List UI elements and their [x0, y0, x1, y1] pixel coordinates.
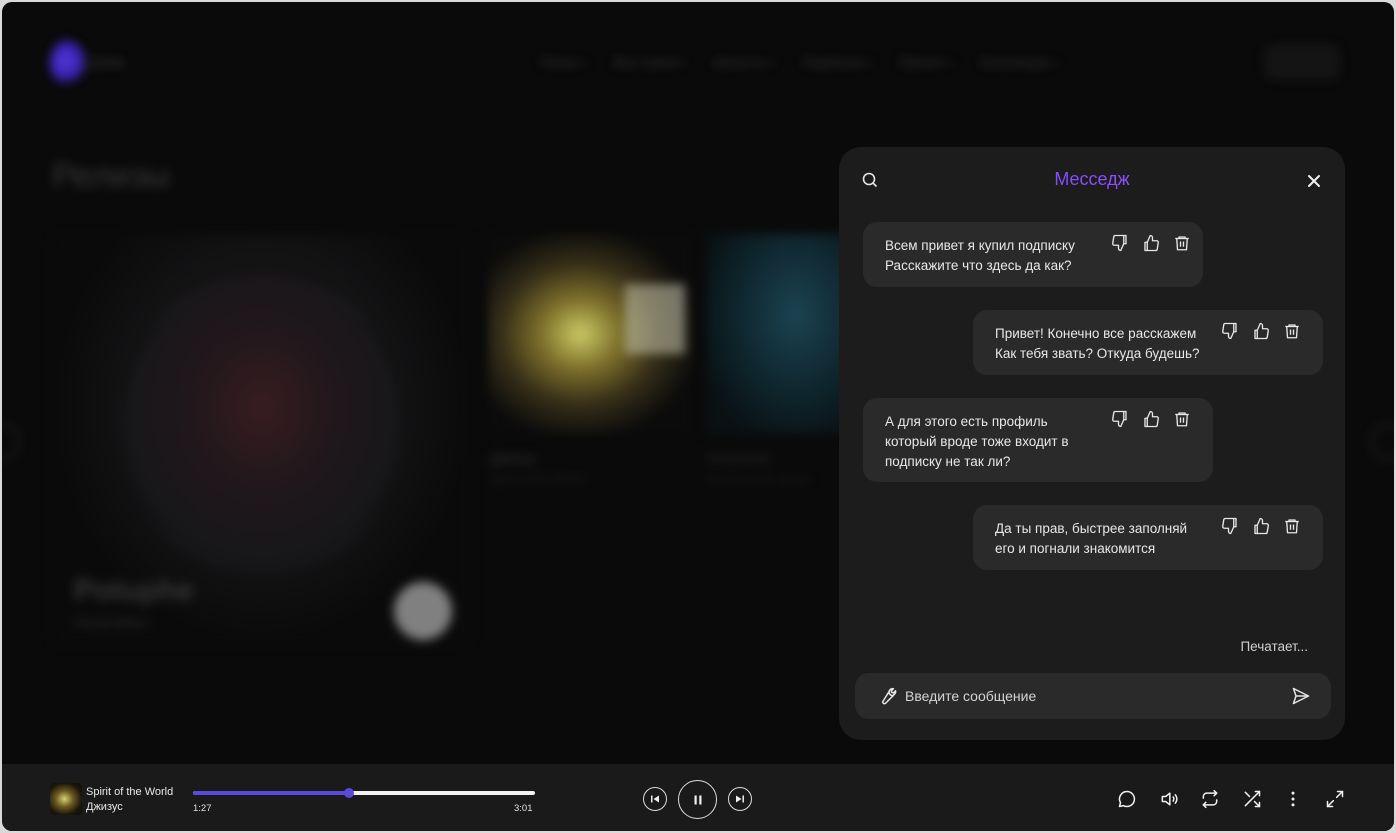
repeat-icon[interactable] — [1200, 789, 1220, 809]
chat-message: Да ты прав, быстрее заполняй его и погна… — [973, 505, 1323, 570]
close-icon[interactable] — [1303, 170, 1325, 192]
featured-play-button — [394, 582, 452, 640]
message-actions — [1111, 234, 1191, 252]
nav-arrows — [1264, 44, 1340, 80]
chat-title: Месседж — [839, 169, 1345, 190]
thumbs-up-icon[interactable] — [1142, 410, 1160, 428]
chat-message: Привет! Конечно все расскажем Как тебя з… — [973, 310, 1323, 375]
message-actions — [1221, 322, 1301, 340]
thumbs-down-icon[interactable] — [1221, 322, 1239, 340]
message-actions — [1221, 517, 1301, 535]
logo — [50, 40, 86, 86]
release-card-cover — [488, 234, 693, 434]
message-composer — [855, 673, 1331, 719]
nav-item: Проект — [899, 54, 954, 70]
skip-forward-icon — [736, 795, 744, 803]
message-input[interactable] — [905, 673, 1275, 719]
message-line: который вроде тоже входит в — [885, 434, 1069, 449]
message-line: подписку не так ли? — [885, 454, 1011, 469]
send-icon[interactable] — [1291, 686, 1311, 706]
progress-handle[interactable] — [343, 788, 354, 798]
skip-back-icon — [651, 795, 659, 803]
nav-item: Поиск — [540, 54, 588, 70]
thumbs-up-icon[interactable] — [1252, 517, 1270, 535]
chat-message: Всем привет я купил подписку Расскажите … — [863, 222, 1203, 287]
thumbs-down-icon[interactable] — [1111, 410, 1129, 428]
carousel-prev-arrow — [2, 424, 20, 460]
nav-item: Все треки — [614, 54, 687, 70]
player-bar: Spirit of the World Джизус 1:27 3:01 — [2, 764, 1394, 831]
previous-track-button[interactable] — [643, 787, 667, 811]
track-cover[interactable] — [50, 783, 82, 815]
section-title: Релизы — [52, 157, 170, 195]
track-artist[interactable]: Джизус — [86, 801, 123, 813]
top-nav: Поиск Все треки Артисты Подписки Проект … — [540, 54, 1058, 70]
trash-icon[interactable] — [1173, 234, 1191, 252]
nav-item: Подписки — [802, 54, 873, 70]
logo-text: Loona — [82, 54, 124, 71]
message-line: Расскажите что здесь да как? — [885, 258, 1072, 273]
release-card-subtitle: Spirit of the World — [490, 472, 586, 486]
pause-icon — [694, 795, 701, 804]
progress-bar[interactable] — [193, 788, 535, 798]
pause-button[interactable] — [678, 780, 717, 819]
thumbs-down-icon[interactable] — [1221, 517, 1239, 535]
featured-title: Potuphe — [74, 574, 194, 607]
app-window: Loona Поиск Все треки Артисты Подписки П… — [2, 2, 1394, 831]
release-card-title: Джизус — [490, 450, 537, 466]
thumbs-up-icon[interactable] — [1142, 234, 1160, 252]
chat-panel: Месседж Всем привет я купил подписку Рас… — [839, 147, 1345, 740]
more-vertical-icon[interactable] — [1283, 789, 1303, 809]
chat-message: А для этого есть профиль который вроде т… — [863, 398, 1213, 482]
message-actions — [1111, 410, 1191, 428]
release-card-cover — [706, 234, 856, 434]
trash-icon[interactable] — [1173, 410, 1191, 428]
release-card-title: Mirabilerik — [708, 450, 772, 466]
track-title[interactable]: Spirit of the World — [86, 786, 173, 798]
nav-item: Артисты — [712, 54, 775, 70]
thumbs-up-icon[interactable] — [1252, 322, 1270, 340]
chat-bubble-icon[interactable] — [1117, 789, 1137, 809]
release-card-subtitle: Moviez even space — [708, 472, 811, 486]
message-line: Как тебя звать? Откуда будешь? — [995, 346, 1200, 361]
trash-icon[interactable] — [1283, 322, 1301, 340]
trash-icon[interactable] — [1283, 517, 1301, 535]
next-track-button[interactable] — [728, 787, 752, 811]
volume-icon[interactable] — [1159, 789, 1179, 809]
featured-subtitle: Неактивно — [74, 614, 149, 631]
fullscreen-icon[interactable] — [1325, 789, 1345, 809]
progress-fill — [193, 791, 349, 795]
shuffle-icon[interactable] — [1242, 789, 1262, 809]
nav-item: Коллекция — [980, 54, 1058, 70]
total-time: 3:01 — [514, 803, 533, 814]
current-time: 1:27 — [193, 803, 212, 814]
thumbs-down-icon[interactable] — [1111, 234, 1129, 252]
wrench-icon[interactable] — [877, 686, 897, 706]
message-line: его и погнали знакомится — [995, 541, 1156, 556]
carousel-next-arrow — [1370, 424, 1394, 460]
typing-indicator: Печатает... — [1240, 639, 1308, 654]
